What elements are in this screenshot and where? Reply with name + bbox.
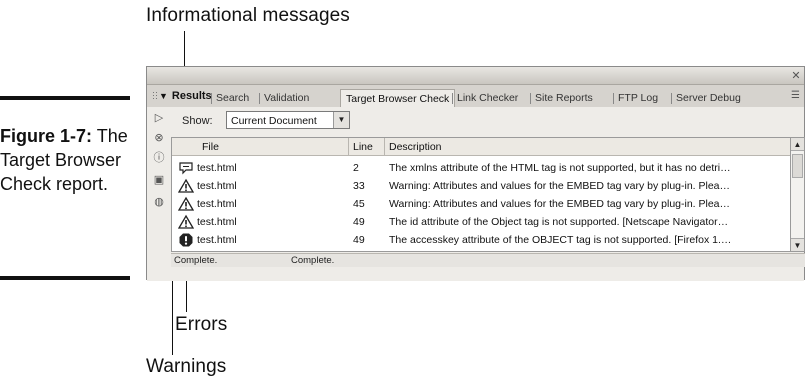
status-text-secondary: Complete. <box>291 255 335 266</box>
warning-icon <box>178 196 194 211</box>
warning-icon <box>178 214 194 229</box>
panel-grip-handle[interactable] <box>152 91 157 101</box>
results-body: ▷ ⊗ ⓘ ▣ ◍ Show: Current Document ▼ File … <box>147 107 805 281</box>
panel-title-text: Results <box>171 90 212 102</box>
row-description: Warning: Attributes and values for the E… <box>389 198 731 210</box>
close-icon[interactable]: ✕ <box>790 70 802 82</box>
status-bar: Complete. Complete. <box>171 253 805 267</box>
tab-link-checker[interactable]: Link Checker <box>452 89 523 107</box>
results-panel: ✕ ▼ Results Search Validation Target Brow… <box>146 66 805 281</box>
row-line: 45 <box>353 198 365 210</box>
show-dropdown-value: Current Document <box>231 115 317 127</box>
collapse-triangle-icon: ▼ <box>159 91 168 101</box>
tab-target-browser-check[interactable]: Target Browser Check <box>340 89 456 107</box>
table-row[interactable]: test.html 49 The accesskey attribute of … <box>172 231 790 249</box>
results-toolbar: ▷ ⊗ ⓘ ▣ ◍ <box>147 107 171 257</box>
tab-validation[interactable]: Validation <box>259 89 314 107</box>
info-speech-bubble-icon <box>179 162 193 175</box>
scroll-down-icon[interactable]: ▼ <box>791 238 804 251</box>
row-file: test.html <box>197 198 237 210</box>
figure-number: Figure 1-7: <box>0 126 93 146</box>
show-dropdown[interactable]: Current Document ▼ <box>226 111 350 129</box>
panel-tab-bar: ▼ Results Search Validation Target Browse… <box>147 85 804 107</box>
stop-icon[interactable]: ⊗ <box>152 131 166 145</box>
tab-site-reports[interactable]: Site Reports <box>530 89 598 107</box>
results-scrollbar[interactable]: ▲ ▼ <box>791 137 805 252</box>
save-report-icon[interactable]: ▣ <box>152 173 166 187</box>
table-row[interactable]: test.html 2 The xmlns attribute of the H… <box>172 159 790 177</box>
tab-ftp-log[interactable]: FTP Log <box>613 89 663 107</box>
row-file: test.html <box>197 216 237 228</box>
panel-titlebar: ✕ <box>147 67 804 85</box>
scroll-up-icon[interactable]: ▲ <box>791 138 804 151</box>
callout-warnings: Warnings <box>146 356 227 377</box>
play-check-icon[interactable]: ▷ <box>152 111 166 125</box>
status-text: Complete. <box>174 255 218 266</box>
scrollbar-thumb[interactable] <box>792 154 803 178</box>
column-header-file[interactable]: File <box>172 138 348 156</box>
caption-rule-bottom <box>0 276 130 280</box>
panel-title[interactable]: ▼ Results <box>159 90 212 102</box>
row-file: test.html <box>197 162 237 174</box>
tab-search[interactable]: Search <box>211 89 254 107</box>
more-info-icon[interactable]: ⓘ <box>152 151 166 165</box>
results-table: File Line Description test.html 2 The xm… <box>171 137 791 252</box>
error-icon <box>179 233 193 247</box>
show-label: Show: <box>182 115 213 127</box>
row-line: 49 <box>353 234 365 246</box>
row-line: 2 <box>353 162 359 174</box>
row-description: The id attribute of the Object tag is no… <box>389 216 729 228</box>
row-description: The accesskey attribute of the OBJECT ta… <box>389 234 732 246</box>
browse-report-icon[interactable]: ◍ <box>152 195 166 209</box>
panel-options-icon[interactable]: ☰ <box>791 90 800 101</box>
row-line: 49 <box>353 216 365 228</box>
table-row[interactable]: test.html 33 Warning: Attributes and val… <box>172 177 790 195</box>
callout-errors: Errors <box>175 314 228 335</box>
column-header-description[interactable]: Description <box>384 138 790 156</box>
row-file: test.html <box>197 180 237 192</box>
figure-caption: Figure 1-7: The Target Browser Check rep… <box>0 124 132 196</box>
warning-icon <box>178 178 194 193</box>
callout-informational-messages: Informational messages <box>146 5 350 26</box>
caption-rule-top <box>0 96 130 100</box>
column-header-line[interactable]: Line <box>348 138 384 156</box>
table-row[interactable]: test.html 45 Warning: Attributes and val… <box>172 195 790 213</box>
row-description: The xmlns attribute of the HTML tag is n… <box>389 162 731 174</box>
chevron-down-icon[interactable]: ▼ <box>333 112 349 128</box>
table-row[interactable]: test.html 49 The id attribute of the Obj… <box>172 213 790 231</box>
tab-server-debug[interactable]: Server Debug <box>671 89 746 107</box>
row-file: test.html <box>197 234 237 246</box>
row-line: 33 <box>353 180 365 192</box>
row-description: Warning: Attributes and values for the E… <box>389 180 731 192</box>
